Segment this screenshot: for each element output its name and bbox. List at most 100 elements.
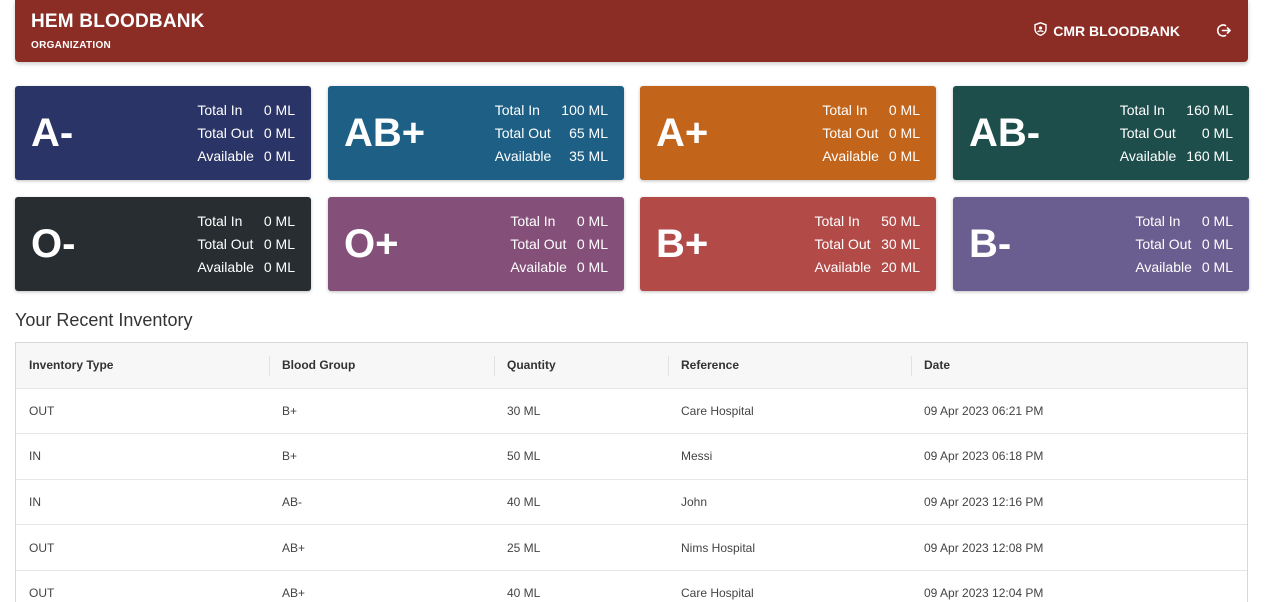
app-header: HEM BLOODBANK ORGANIZATION CMR BLOODBANK	[15, 0, 1248, 62]
table-row[interactable]: OUT AB+ 40 ML Care Hospital 09 Apr 2023 …	[16, 570, 1247, 602]
blood-card-a-pos[interactable]: A+ Total In 0 ML Total Out 0 ML Available 0…	[640, 86, 936, 180]
blood-card-b-pos[interactable]: B+ Total In 50 ML Total Out 30 ML Availabl…	[640, 197, 936, 291]
available-label: Available	[814, 259, 872, 275]
available-value: 0 ML	[1201, 259, 1233, 275]
total-in-value: 160 ML	[1186, 102, 1233, 118]
brand-subtitle: ORGANIZATION	[31, 40, 112, 51]
total-out-label: Total Out	[1135, 236, 1192, 252]
total-in-value: 0 ML	[263, 102, 295, 118]
blood-card-ab-pos[interactable]: AB+ Total In 100 ML Total Out 65 ML Availa…	[328, 86, 624, 180]
available-label: Available	[197, 259, 254, 275]
cell-quantity: 25 ML	[507, 540, 541, 555]
total-in-value: 0 ML	[888, 102, 920, 118]
available-label: Available	[1119, 148, 1177, 164]
available-label: Available	[197, 148, 254, 164]
total-in-label: Total In	[197, 102, 243, 118]
column-header-date[interactable]: Date	[911, 343, 1247, 388]
available-value: 0 ML	[263, 148, 295, 164]
card-stats: Total In 160 ML Total Out 0 ML Available 16…	[1120, 101, 1233, 165]
cell-quantity: 40 ML	[507, 586, 541, 601]
blood-card-a-neg[interactable]: A- Total In 0 ML Total Out 0 ML Available 0…	[15, 86, 311, 180]
total-out-label: Total Out	[1119, 125, 1176, 141]
blood-card-ab-neg[interactable]: AB- Total In 160 ML Total Out 0 ML Availab…	[953, 86, 1249, 180]
card-stats: Total In 0 ML Total Out 0 ML Available 0 ML	[1135, 212, 1233, 276]
cell-date: 09 Apr 2023 12:04 PM	[924, 586, 1044, 601]
cell-date: 09 Apr 2023 12:16 PM	[924, 494, 1044, 509]
available-value: 0 ML	[888, 148, 920, 164]
column-header-reference[interactable]: Reference	[668, 343, 911, 388]
column-header-inventory-type[interactable]: Inventory Type	[16, 343, 269, 388]
user-label: CMR BLOODBANK	[1053, 22, 1180, 39]
total-out-value: 30 ML	[881, 236, 920, 252]
blood-group-label: B-	[969, 222, 1012, 266]
cell-quantity: 40 ML	[507, 494, 541, 509]
total-in-value: 50 ML	[881, 213, 920, 229]
total-in-label: Total In	[1135, 213, 1181, 229]
cell-quantity: 50 ML	[507, 449, 541, 464]
total-out-label: Total Out	[197, 236, 254, 252]
cell-blood-group: AB-	[282, 494, 303, 509]
blood-card-b-neg[interactable]: B- Total In 0 ML Total Out 0 ML Available 0…	[953, 197, 1249, 291]
total-out-value: 0 ML	[576, 236, 608, 252]
total-in-label: Total In	[197, 213, 243, 229]
brand-title[interactable]: HEM BLOODBANK	[31, 11, 205, 33]
logout-button[interactable]	[1216, 23, 1231, 43]
table-row[interactable]: OUT B+ 30 ML Care Hospital 09 Apr 2023 0…	[16, 388, 1247, 434]
cell-blood-group: B+	[282, 403, 298, 418]
table-row[interactable]: OUT AB+ 25 ML Nims Hospital 09 Apr 2023 …	[16, 524, 1247, 571]
blood-group-label: AB+	[344, 111, 426, 155]
total-out-value: 0 ML	[263, 125, 295, 141]
cell-date: 09 Apr 2023 12:08 PM	[924, 540, 1044, 555]
table-row[interactable]: IN AB- 40 ML John 09 Apr 2023 12:16 PM	[16, 479, 1247, 525]
total-out-value: 0 ML	[1201, 236, 1233, 252]
blood-card-o-neg[interactable]: O- Total In 0 ML Total Out 0 ML Available 0…	[15, 197, 311, 291]
cell-reference: Care Hospital	[681, 586, 754, 601]
total-in-value: 100 ML	[561, 102, 608, 118]
total-out-label: Total Out	[494, 125, 551, 141]
inventory-table: Inventory Type Blood Group Quantity Refe…	[15, 342, 1248, 602]
column-header-quantity[interactable]: Quantity	[494, 343, 668, 388]
cell-inventory-type: OUT	[29, 403, 55, 418]
blood-group-label: O-	[31, 222, 76, 266]
total-in-label: Total In	[494, 102, 540, 118]
blood-group-label: O+	[344, 222, 399, 266]
column-header-blood-group[interactable]: Blood Group	[269, 343, 494, 388]
blood-card-o-pos[interactable]: O+ Total In 0 ML Total Out 0 ML Available 0…	[328, 197, 624, 291]
available-label: Available	[822, 148, 879, 164]
total-out-value: 65 ML	[569, 125, 608, 141]
available-label: Available	[510, 259, 567, 275]
blood-group-label: B+	[656, 222, 709, 266]
total-in-label: Total In	[510, 213, 556, 229]
total-in-value: 0 ML	[263, 213, 295, 229]
cell-blood-group: AB+	[282, 540, 306, 555]
card-stats: Total In 0 ML Total Out 0 ML Available 0 ML	[197, 212, 295, 276]
total-in-label: Total In	[1119, 102, 1165, 118]
user-menu[interactable]: CMR BLOODBANK	[1034, 22, 1180, 39]
cell-quantity: 30 ML	[507, 403, 541, 418]
blood-group-label: A+	[656, 111, 709, 155]
available-label: Available	[494, 148, 552, 164]
cell-reference: Care Hospital	[681, 403, 754, 418]
cell-reference: John	[681, 494, 708, 509]
total-out-label: Total Out	[510, 236, 567, 252]
total-in-label: Total In	[814, 213, 860, 229]
cell-inventory-type: OUT	[29, 586, 55, 601]
cell-date: 09 Apr 2023 06:18 PM	[924, 449, 1044, 464]
shield-user-icon	[1034, 22, 1047, 39]
recent-inventory-title: Your Recent Inventory	[15, 310, 193, 330]
blood-group-label: AB-	[969, 111, 1041, 155]
total-out-value: 0 ML	[888, 125, 920, 141]
total-out-label: Total Out	[822, 125, 879, 141]
available-label: Available	[1135, 259, 1192, 275]
available-value: 160 ML	[1186, 148, 1233, 164]
total-in-value: 0 ML	[1201, 213, 1233, 229]
total-out-value: 0 ML	[1201, 125, 1233, 141]
available-value: 0 ML	[263, 259, 295, 275]
table-row[interactable]: IN B+ 50 ML Messi 09 Apr 2023 06:18 PM	[16, 433, 1247, 480]
card-stats: Total In 50 ML Total Out 30 ML Available 20…	[815, 212, 920, 276]
card-stats: Total In 0 ML Total Out 0 ML Available 0 ML	[510, 212, 608, 276]
total-out-label: Total Out	[814, 236, 871, 252]
cell-date: 09 Apr 2023 06:21 PM	[924, 403, 1044, 418]
cell-blood-group: B+	[282, 449, 298, 464]
card-stats: Total In 100 ML Total Out 65 ML Available 3…	[495, 101, 608, 165]
